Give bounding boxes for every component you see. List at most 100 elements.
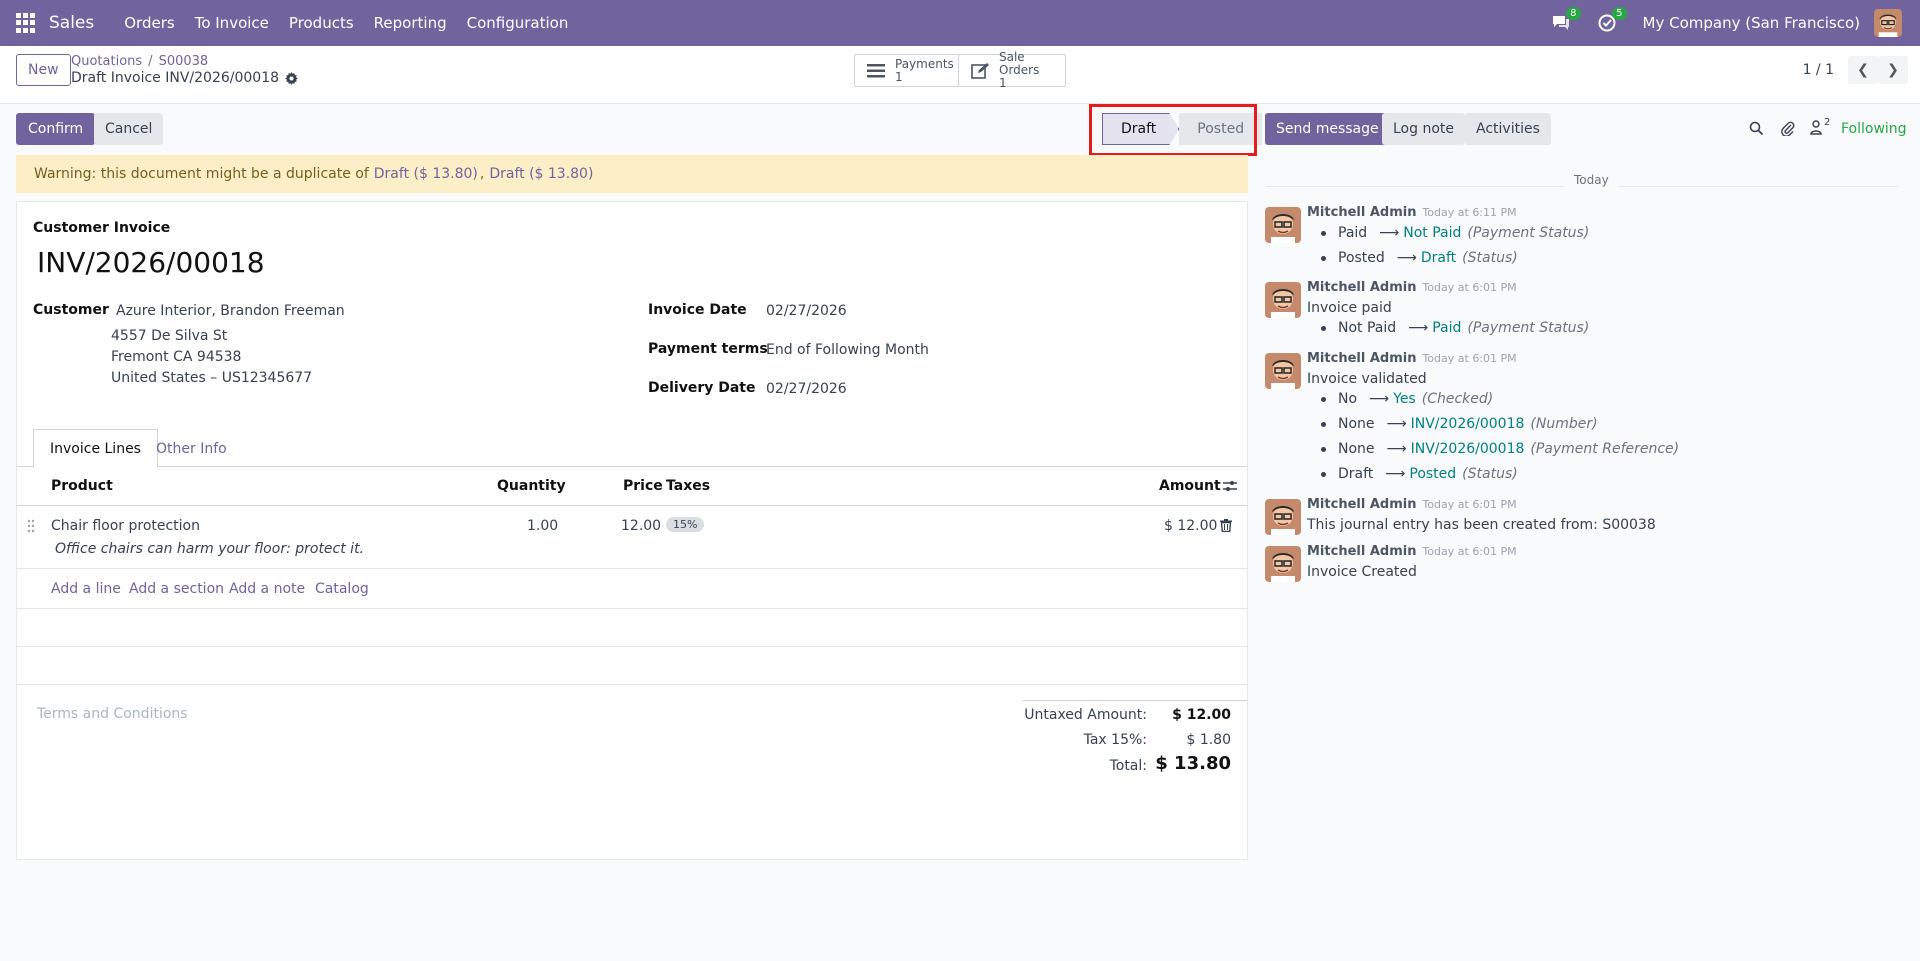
col-amount[interactable]: Amount: [1159, 478, 1221, 494]
message-author[interactable]: Mitchell Admin: [1307, 205, 1416, 220]
invoice-number: INV/2026/00018: [37, 246, 265, 279]
catalog-link[interactable]: Catalog: [315, 581, 369, 597]
new-button[interactable]: New: [16, 54, 71, 86]
breadcrumb-quotations[interactable]: Quotations: [71, 54, 142, 69]
sale-orders-count: 1: [999, 76, 1007, 90]
menu-products[interactable]: Products: [279, 14, 364, 32]
following-button[interactable]: Following: [1841, 121, 1907, 137]
tracking-change: Draft ⟶ Posted (Status): [1321, 466, 1518, 482]
delivery-date-field[interactable]: 02/27/2026: [766, 381, 847, 397]
cancel-button[interactable]: Cancel: [94, 113, 164, 145]
gear-icon[interactable]: [285, 71, 299, 85]
old-value: Not Paid: [1338, 320, 1397, 336]
total-amount: $ 13.80: [1155, 753, 1231, 774]
tab-other-info[interactable]: Other Info: [140, 429, 243, 468]
tax-label: Tax 15%:: [1083, 732, 1147, 748]
terms-conditions-field[interactable]: Terms and Conditions: [37, 706, 188, 722]
new-value: Yes: [1393, 391, 1416, 407]
message-author[interactable]: Mitchell Admin: [1307, 497, 1416, 512]
menu-to-invoice[interactable]: To Invoice: [185, 14, 279, 32]
avatar[interactable]: [1265, 499, 1301, 535]
list-icon: [867, 63, 887, 79]
avatar[interactable]: [1265, 282, 1301, 318]
line-product[interactable]: Chair floor protection: [51, 518, 200, 534]
document-type: Customer Invoice: [33, 220, 171, 236]
message-body: This journal entry has been created from…: [1307, 517, 1656, 533]
paperclip-icon[interactable]: [1780, 120, 1795, 136]
form-tabs: Invoice Lines Other Info: [17, 427, 1247, 468]
record-title-text: Draft Invoice INV/2026/00018: [71, 70, 280, 86]
menu-reporting[interactable]: Reporting: [364, 14, 457, 32]
message-author[interactable]: Mitchell Admin: [1307, 280, 1416, 295]
empty-row: [17, 609, 1247, 647]
old-value: No: [1338, 391, 1358, 407]
messages-badge: 8: [1566, 7, 1581, 20]
messages-icon[interactable]: 8: [1551, 7, 1581, 33]
company-switcher[interactable]: My Company (San Francisco): [1643, 14, 1860, 32]
duplicate-link-2[interactable]: Draft ($ 13.80): [489, 166, 593, 182]
message-time: Today at 6:01 PM: [1422, 545, 1517, 558]
total-label: Total:: [1109, 758, 1147, 774]
col-quantity[interactable]: Quantity: [497, 478, 566, 494]
log-note-button[interactable]: Log note: [1382, 113, 1465, 145]
delete-line-icon[interactable]: [1220, 519, 1232, 532]
message-body: Invoice validated: [1307, 371, 1427, 387]
activities-button[interactable]: Activities: [1465, 113, 1551, 145]
avatar[interactable]: [1265, 546, 1301, 582]
user-avatar[interactable]: [1874, 9, 1902, 37]
col-product[interactable]: Product: [51, 478, 113, 494]
payments-smart-button[interactable]: Payments 1: [854, 54, 959, 87]
breadcrumb-order[interactable]: S00038: [159, 54, 209, 69]
new-value: Posted: [1409, 466, 1457, 482]
duplicate-link-1[interactable]: Draft ($ 13.80): [374, 166, 478, 182]
drag-handle-icon[interactable]: [27, 519, 35, 533]
tax-amount: $ 1.80: [1186, 732, 1231, 748]
col-taxes[interactable]: Taxes: [666, 478, 710, 494]
menu-orders[interactable]: Orders: [114, 14, 184, 32]
top-navbar: Sales Orders To Invoice Products Reporti…: [0, 0, 1920, 46]
avatar[interactable]: [1265, 353, 1301, 389]
old-value: None: [1338, 441, 1375, 457]
col-price[interactable]: Price: [623, 478, 663, 494]
new-value: Not Paid: [1403, 225, 1462, 241]
add-line-row: Add a line Add a section Add a note Cata…: [17, 569, 1247, 609]
add-note-link[interactable]: Add a note: [229, 581, 305, 597]
column-settings-icon[interactable]: [1223, 479, 1237, 493]
customer-field[interactable]: Azure Interior, Brandon Freeman: [116, 303, 345, 319]
confirm-button[interactable]: Confirm: [16, 113, 96, 145]
invoice-date-field[interactable]: 02/27/2026: [766, 303, 847, 319]
send-message-button[interactable]: Send message: [1265, 113, 1390, 145]
today-separator: Today: [1266, 173, 1898, 187]
activities-icon[interactable]: 5: [1597, 7, 1627, 33]
line-price[interactable]: 12.00: [621, 518, 661, 534]
edit-icon: [971, 62, 991, 79]
message-author[interactable]: Mitchell Admin: [1307, 544, 1416, 559]
line-description[interactable]: Office chairs can harm your floor: prote…: [55, 541, 364, 557]
app-name[interactable]: Sales: [49, 13, 94, 33]
avatar[interactable]: [1265, 207, 1301, 243]
search-icon[interactable]: [1749, 121, 1764, 136]
menu-configuration[interactable]: Configuration: [457, 14, 579, 32]
empty-row: [17, 647, 1247, 685]
payment-terms-field[interactable]: End of Following Month: [766, 342, 929, 358]
warning-text: Warning: this document might be a duplic…: [34, 166, 369, 182]
message-time: Today at 6:01 PM: [1422, 498, 1517, 511]
table-row[interactable]: Chair floor protection Office chairs can…: [17, 506, 1247, 569]
pager-previous-icon[interactable]: ❮: [1848, 56, 1878, 84]
followers-icon[interactable]: [1810, 120, 1822, 135]
changed-field: (Checked): [1421, 391, 1494, 407]
status-highlight-box: [1089, 104, 1257, 156]
tracking-change: None ⟶ INV/2026/00018 (Payment Reference): [1321, 441, 1679, 457]
pager-next-icon[interactable]: ❯: [1878, 56, 1908, 84]
line-quantity[interactable]: 1.00: [527, 518, 558, 534]
sale-orders-smart-button[interactable]: Sale Orders 1: [958, 51, 1066, 90]
add-line-link[interactable]: Add a line: [51, 581, 121, 597]
tracking-change: No ⟶ Yes (Checked): [1321, 391, 1493, 407]
pager-value[interactable]: 1 / 1: [1803, 62, 1834, 78]
apps-menu-icon[interactable]: [16, 13, 36, 33]
message-author[interactable]: Mitchell Admin: [1307, 351, 1416, 366]
payments-count: 1: [895, 69, 903, 84]
add-section-link[interactable]: Add a section: [129, 581, 224, 597]
changed-field: (Number): [1530, 416, 1598, 432]
line-tax-badge[interactable]: 15%: [666, 517, 705, 532]
